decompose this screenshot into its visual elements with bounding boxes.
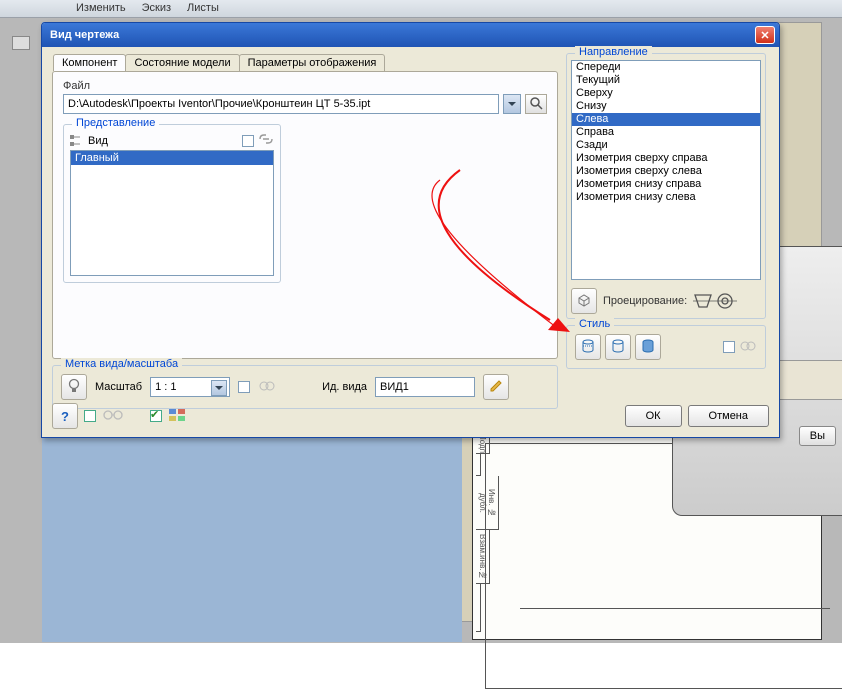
view-header-label: Вид [88, 135, 108, 147]
file-label: Файл [63, 80, 547, 92]
glasses-icon [102, 409, 124, 424]
associative-checkbox[interactable] [242, 135, 254, 147]
direction-item-iso-bl[interactable]: Изометрия снизу слева [572, 191, 760, 204]
file-browse-button[interactable] [525, 94, 547, 114]
grid-preview-icon [168, 408, 186, 425]
search-icon [529, 96, 543, 113]
direction-fieldset: Направление Спереди Текущий Сверху Снизу… [566, 53, 766, 319]
close-button[interactable]: ✕ [755, 26, 775, 44]
direction-item-left[interactable]: Слева [572, 113, 760, 126]
edit-view-label-button[interactable] [483, 374, 509, 400]
scale-combo[interactable]: 1 : 1 [150, 377, 230, 397]
style-hidden-off-button[interactable] [605, 334, 631, 360]
direction-item-current[interactable]: Текущий [572, 74, 760, 87]
drawing-view-dialog: Вид чертежа ✕ Компонент Состояние модели… [41, 22, 780, 438]
projection-label: Проецирование: [603, 295, 687, 307]
direction-item-iso-br[interactable]: Изометрия снизу справа [572, 178, 760, 191]
link-icon [258, 133, 274, 148]
style-hidden-on-button[interactable] [575, 334, 601, 360]
style-legend: Стиль [575, 318, 614, 330]
cylinder-wire-icon [610, 338, 626, 357]
ok-button[interactable]: ОК [625, 405, 682, 427]
file-path-input[interactable] [63, 94, 499, 114]
menu-item-sheets[interactable]: Листы [181, 1, 225, 15]
help-icon: ? [61, 409, 69, 424]
close-icon: ✕ [760, 29, 769, 42]
cylinder-hidden-icon [580, 338, 596, 357]
direction-item-iso-tl[interactable]: Изометрия сверху слева [572, 165, 760, 178]
representation-legend: Представление [72, 117, 159, 129]
tabs-container: Компонент Состояние модели Параметры ото… [52, 71, 558, 359]
tree-icon [70, 135, 84, 147]
pencil-icon [488, 378, 504, 397]
scale-link-checkbox[interactable] [238, 381, 250, 393]
style-link-checkbox[interactable] [723, 341, 735, 353]
style-link-icon [739, 339, 757, 356]
lightbulb-icon [67, 378, 81, 397]
view-id-label: Ид. вида [322, 381, 367, 393]
menu-bar: Изменить Эскиз Листы [0, 0, 842, 18]
toggle-label-visibility-button[interactable] [61, 374, 87, 400]
menu-item-edit[interactable]: Изменить [70, 1, 132, 15]
truncated-button[interactable]: Вы [799, 426, 836, 446]
rotate-view-button[interactable] [571, 288, 597, 314]
dialog-titlebar[interactable]: Вид чертежа ✕ [42, 23, 779, 47]
scale-label: Масштаб [95, 381, 142, 393]
help-button[interactable]: ? [52, 403, 78, 429]
style-shaded-button[interactable] [635, 334, 661, 360]
representation-list[interactable]: Главный [70, 150, 274, 276]
dialog-title: Вид чертежа [50, 29, 755, 41]
direction-legend: Направление [575, 46, 652, 58]
toolbar-stub [12, 36, 30, 50]
projection-first-angle-icon[interactable] [693, 291, 737, 311]
direction-item-top[interactable]: Сверху [572, 87, 760, 100]
tab-display-options[interactable]: Параметры отображения [239, 54, 386, 71]
direction-item-front[interactable]: Спереди [572, 61, 760, 74]
representation-item[interactable]: Главный [71, 151, 273, 165]
scale-legend: Метка вида/масштаба [61, 358, 182, 370]
direction-list[interactable]: Спереди Текущий Сверху Снизу Слева Справ… [571, 60, 761, 280]
direction-item-iso-tr[interactable]: Изометрия сверху справа [572, 152, 760, 165]
direction-item-bottom[interactable]: Снизу [572, 100, 760, 113]
direction-item-back[interactable]: Сзади [572, 139, 760, 152]
titleblock-sidestamp: Подп Инв. № дубл. Взам.инв.№ [476, 432, 524, 637]
cancel-button[interactable]: Отмена [688, 405, 769, 427]
titleblock-line [520, 608, 830, 609]
chevron-down-icon [508, 102, 516, 110]
scale-link-icon [258, 378, 276, 397]
direction-item-right[interactable]: Справа [572, 126, 760, 139]
tab-model-state[interactable]: Состояние модели [125, 54, 239, 71]
style-fieldset: Стиль [566, 325, 766, 369]
view-id-input[interactable] [375, 377, 475, 397]
file-dropdown-button[interactable] [503, 94, 521, 114]
option-checkbox-2[interactable] [150, 410, 162, 422]
cube-rotate-icon [576, 292, 592, 311]
cylinder-shaded-icon [640, 338, 656, 357]
tab-component[interactable]: Компонент [53, 54, 126, 71]
option-checkbox-1[interactable] [84, 410, 96, 422]
menu-item-sketch[interactable]: Эскиз [136, 1, 177, 15]
